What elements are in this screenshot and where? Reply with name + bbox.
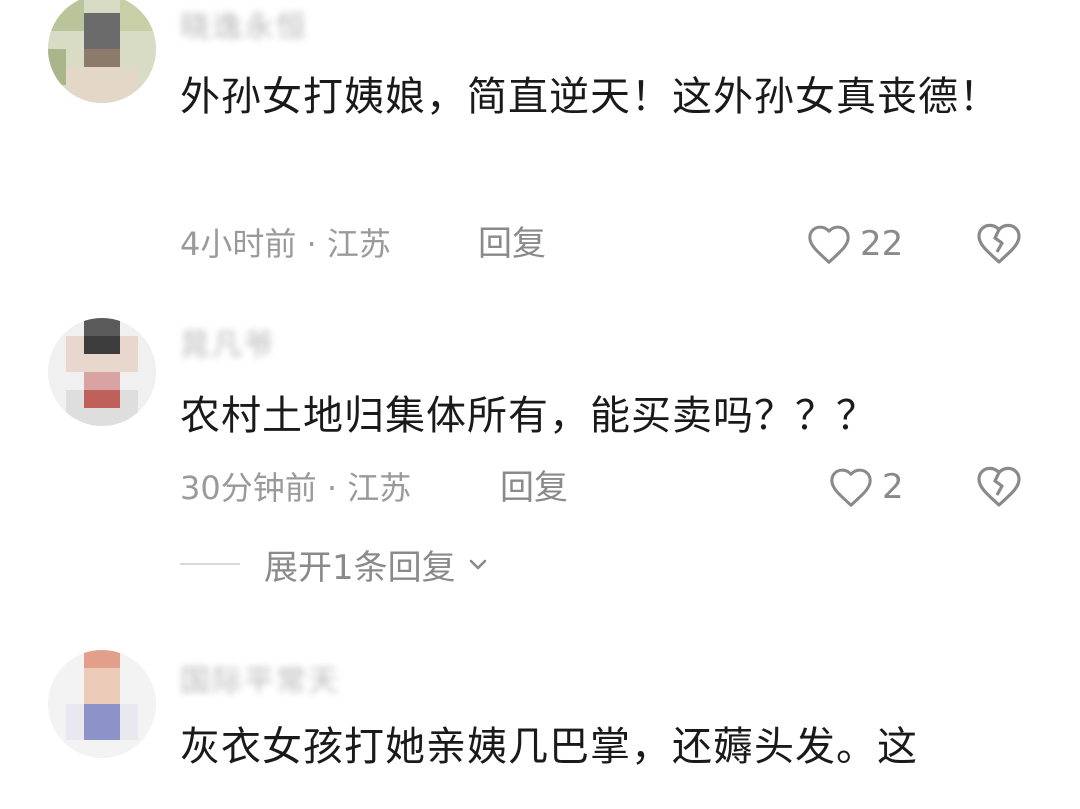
broken-heart-icon[interactable] — [975, 462, 1023, 510]
comment-text: 农村土地归集体所有，能买卖吗？？？ — [180, 393, 877, 439]
avatar[interactable] — [48, 650, 156, 758]
username[interactable]: 国际平常天 — [180, 662, 380, 702]
like-button[interactable]: 2 — [828, 462, 904, 512]
heart-outline-icon — [808, 225, 850, 264]
expand-replies-label: 展开1条回复 — [264, 547, 456, 588]
reply-button[interactable]: 回复 — [500, 464, 568, 512]
username[interactable]: 晁凡爷 — [180, 326, 340, 366]
heart-outline-icon — [830, 468, 872, 507]
expand-replies-button[interactable]: 展开1条回复 — [180, 540, 490, 588]
avatar[interactable] — [48, 0, 156, 103]
broken-heart-icon[interactable] — [975, 219, 1023, 267]
comment-text: 外孙女打姨娘，简直逆天！这外孙女真丧德！ — [180, 74, 1000, 120]
reply-button[interactable]: 回复 — [478, 220, 546, 268]
chevron-down-icon — [469, 559, 486, 570]
divider — [180, 563, 240, 565]
like-count: 22 — [860, 224, 904, 264]
username[interactable]: 晓逸永恒 — [180, 8, 340, 48]
comment-meta: 4小时前 · 江苏 — [180, 225, 391, 263]
like-count: 2 — [882, 467, 904, 507]
avatar[interactable] — [48, 318, 156, 426]
comment-text: 灰衣女孩打她亲姨几巴掌，还薅头发。这 — [180, 724, 918, 770]
like-button[interactable]: 22 — [806, 219, 903, 269]
comment-meta: 30分钟前 · 江苏 — [180, 469, 412, 507]
